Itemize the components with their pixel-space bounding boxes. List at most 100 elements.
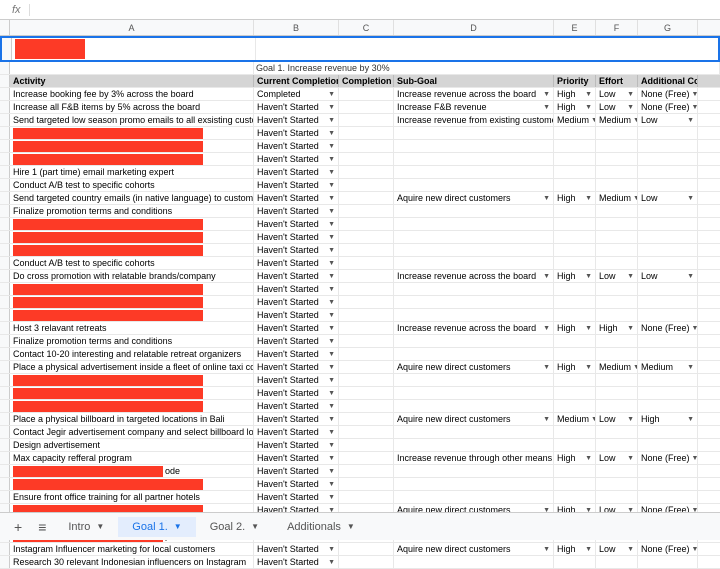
activity-cell[interactable]: Max capacity refferal program xyxy=(10,452,254,464)
completion-date-cell[interactable] xyxy=(339,153,394,165)
priority-cell[interactable] xyxy=(554,231,596,243)
table-row[interactable]: Instagram Influencer marketing for local… xyxy=(0,543,720,556)
activity-cell[interactable]: Send targeted country emails (in native … xyxy=(10,192,254,204)
cost-cell[interactable] xyxy=(638,374,698,386)
dropdown-arrow-icon[interactable]: ▼ xyxy=(687,117,694,124)
cost-cell[interactable] xyxy=(638,166,698,178)
priority-cell[interactable] xyxy=(554,244,596,256)
table-row[interactable]: Haven't Started▼ xyxy=(0,374,720,387)
effort-cell[interactable] xyxy=(596,283,638,295)
sheet-tab[interactable]: Goal 1.▼ xyxy=(118,517,195,537)
activity-cell[interactable]: Hire 1 (part time) email marketing exper… xyxy=(10,166,254,178)
dropdown-arrow-icon[interactable]: ▼ xyxy=(692,325,698,332)
completion-rate-cell[interactable]: Haven't Started▼ xyxy=(254,322,339,334)
effort-cell[interactable] xyxy=(596,257,638,269)
priority-cell[interactable] xyxy=(554,400,596,412)
activity-cell[interactable]: Ensure front office training for all par… xyxy=(10,491,254,503)
activity-cell[interactable] xyxy=(10,309,254,321)
completion-rate-cell[interactable]: Haven't Started▼ xyxy=(254,543,339,555)
activity-cell[interactable]: Host 3 relavant retreats xyxy=(10,322,254,334)
completion-date-cell[interactable] xyxy=(339,400,394,412)
activity-cell[interactable] xyxy=(10,296,254,308)
effort-cell[interactable] xyxy=(596,140,638,152)
cost-cell[interactable]: Low▼ xyxy=(638,270,698,282)
activity-cell[interactable]: ode xyxy=(10,465,254,477)
effort-cell[interactable] xyxy=(596,296,638,308)
activity-cell[interactable]: Research 30 relevant Indonesian influenc… xyxy=(10,556,254,568)
activity-cell[interactable]: Place a physical billboard in targeted l… xyxy=(10,413,254,425)
tab-menu-arrow-icon[interactable]: ▼ xyxy=(347,522,355,531)
completion-rate-cell[interactable]: Haven't Started▼ xyxy=(254,218,339,230)
dropdown-arrow-icon[interactable]: ▼ xyxy=(543,325,550,332)
col-header-g[interactable]: G xyxy=(638,20,698,35)
effort-cell[interactable]: Low▼ xyxy=(596,101,638,113)
activity-cell[interactable] xyxy=(10,127,254,139)
activity-cell[interactable] xyxy=(10,400,254,412)
cost-cell[interactable] xyxy=(638,296,698,308)
priority-cell[interactable] xyxy=(554,166,596,178)
completion-rate-cell[interactable]: Haven't Started▼ xyxy=(254,413,339,425)
completion-rate-cell[interactable]: Haven't Started▼ xyxy=(254,127,339,139)
completion-date-cell[interactable] xyxy=(339,296,394,308)
dropdown-arrow-icon[interactable]: ▼ xyxy=(328,429,335,436)
sub-goal-cell[interactable]: Aquire new direct customers▼ xyxy=(394,543,554,555)
dropdown-arrow-icon[interactable]: ▼ xyxy=(692,455,698,462)
completion-rate-cell[interactable]: Haven't Started▼ xyxy=(254,244,339,256)
completion-rate-cell[interactable]: Haven't Started▼ xyxy=(254,257,339,269)
dropdown-arrow-icon[interactable]: ▼ xyxy=(328,195,335,202)
dropdown-arrow-icon[interactable]: ▼ xyxy=(543,104,550,111)
completion-rate-cell[interactable]: Haven't Started▼ xyxy=(254,400,339,412)
effort-cell[interactable] xyxy=(596,556,638,568)
dropdown-arrow-icon[interactable]: ▼ xyxy=(328,364,335,371)
priority-cell[interactable] xyxy=(554,309,596,321)
completion-date-cell[interactable] xyxy=(339,374,394,386)
cost-cell[interactable] xyxy=(638,244,698,256)
dropdown-arrow-icon[interactable]: ▼ xyxy=(543,546,550,553)
completion-rate-cell[interactable]: Haven't Started▼ xyxy=(254,166,339,178)
activity-cell[interactable]: Conduct A/B test to specific cohorts xyxy=(10,179,254,191)
dropdown-arrow-icon[interactable]: ▼ xyxy=(328,325,335,332)
priority-cell[interactable] xyxy=(554,205,596,217)
table-row[interactable]: odeHaven't Started▼ xyxy=(0,465,720,478)
completion-date-cell[interactable] xyxy=(339,426,394,438)
cost-cell[interactable] xyxy=(638,309,698,321)
sub-goal-cell[interactable]: Increase revenue from existing customers… xyxy=(394,114,554,126)
completion-date-cell[interactable] xyxy=(339,88,394,100)
cost-cell[interactable] xyxy=(638,348,698,360)
completion-rate-cell[interactable]: Haven't Started▼ xyxy=(254,426,339,438)
dropdown-arrow-icon[interactable]: ▼ xyxy=(328,351,335,358)
table-row[interactable]: Design advertisementHaven't Started▼ xyxy=(0,439,720,452)
effort-cell[interactable] xyxy=(596,309,638,321)
priority-cell[interactable] xyxy=(554,179,596,191)
activity-cell[interactable]: Finalize promotion terms and conditions xyxy=(10,205,254,217)
sub-goal-cell[interactable]: Increase revenue across the board▼ xyxy=(394,322,554,334)
activity-cell[interactable] xyxy=(10,478,254,490)
cost-cell[interactable] xyxy=(638,179,698,191)
dropdown-arrow-icon[interactable]: ▼ xyxy=(687,364,694,371)
dropdown-arrow-icon[interactable]: ▼ xyxy=(585,455,592,462)
cost-cell[interactable] xyxy=(638,283,698,295)
cost-cell[interactable] xyxy=(638,231,698,243)
tab-menu-arrow-icon[interactable]: ▼ xyxy=(251,522,259,531)
priority-cell[interactable] xyxy=(554,140,596,152)
priority-cell[interactable] xyxy=(554,283,596,295)
cost-cell[interactable]: Low▼ xyxy=(638,192,698,204)
col-header-e[interactable]: E xyxy=(554,20,596,35)
row-header[interactable] xyxy=(2,38,12,60)
activity-cell[interactable]: Send targeted low season promo emails to… xyxy=(10,114,254,126)
dropdown-arrow-icon[interactable]: ▼ xyxy=(328,234,335,241)
priority-cell[interactable] xyxy=(554,478,596,490)
priority-cell[interactable]: Medium▼ xyxy=(554,413,596,425)
completion-date-cell[interactable] xyxy=(339,348,394,360)
activity-cell[interactable]: Place a physical advertisement inside a … xyxy=(10,361,254,373)
dropdown-arrow-icon[interactable]: ▼ xyxy=(328,273,335,280)
dropdown-arrow-icon[interactable]: ▼ xyxy=(543,91,550,98)
sub-goal-cell[interactable]: Aquire new direct customers▼ xyxy=(394,361,554,373)
cost-cell[interactable] xyxy=(638,478,698,490)
priority-cell[interactable]: High▼ xyxy=(554,101,596,113)
sub-goal-cell[interactable]: Increase F&B revenue▼ xyxy=(394,101,554,113)
dropdown-arrow-icon[interactable]: ▼ xyxy=(328,91,335,98)
priority-cell[interactable] xyxy=(554,153,596,165)
activity-cell[interactable]: Contact Jegir advertisement company and … xyxy=(10,426,254,438)
completion-date-cell[interactable] xyxy=(339,452,394,464)
